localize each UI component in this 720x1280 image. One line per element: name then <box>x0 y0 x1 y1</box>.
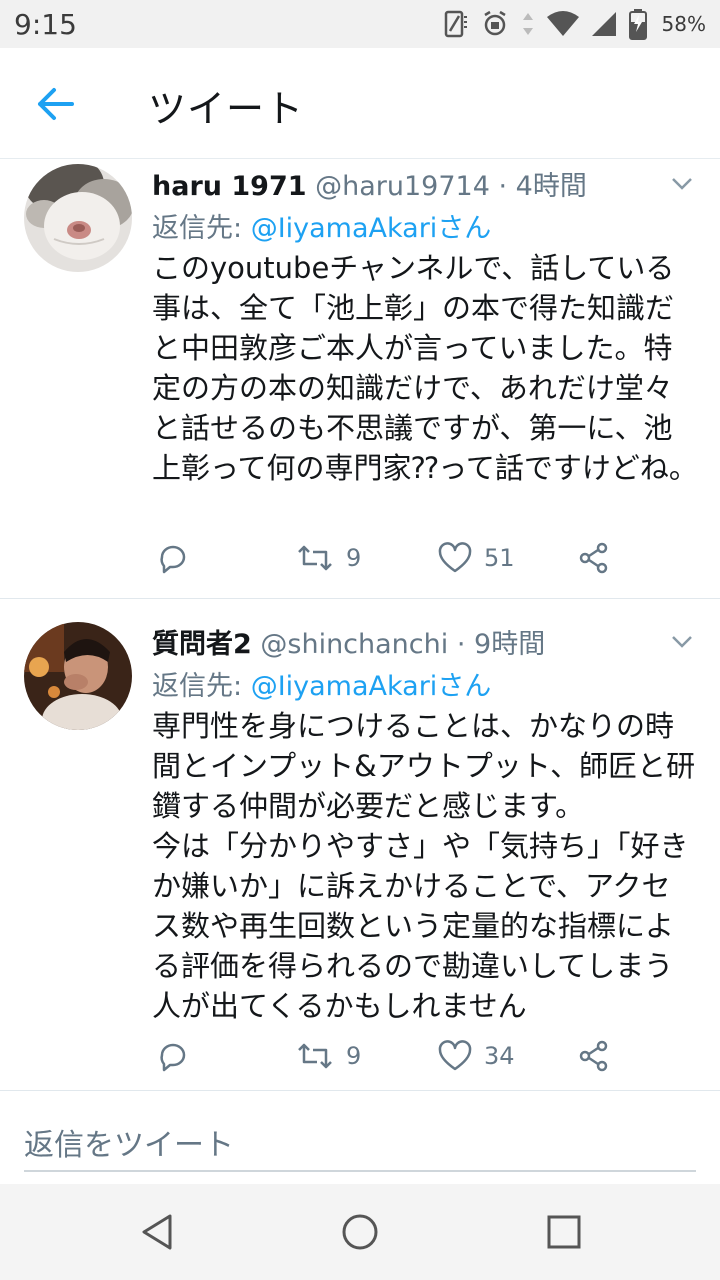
status-icons: 58% <box>440 6 706 42</box>
user-handle[interactable]: @shinchanchi <box>260 629 448 660</box>
reply-to: 返信先: @IiyamaAkariさん <box>152 664 491 703</box>
tweet-header: haru 1971 @haru19714 · 4時間 <box>152 164 660 203</box>
data-arrows-icon <box>522 13 533 35</box>
screen-rotate-icon <box>444 10 467 38</box>
like-count: 51 <box>484 544 515 572</box>
avatar[interactable] <box>24 164 132 272</box>
tweet[interactable]: haru 1971 @haru19714 · 4時間 返信先: @IiyamaA… <box>0 160 720 598</box>
home-circle-icon[interactable] <box>340 1212 380 1252</box>
share-button[interactable] <box>578 1036 610 1076</box>
share-icon <box>579 1040 608 1072</box>
status-time: 9:15 <box>14 8 77 41</box>
reply-button[interactable] <box>156 538 188 578</box>
status-bar: 9:15 58% <box>0 0 720 48</box>
reply-mention[interactable]: @IiyamaAkari <box>251 671 438 702</box>
chevron-down-icon[interactable] <box>670 176 694 192</box>
chevron-down-icon[interactable] <box>670 634 694 650</box>
tweet-text: このyoutubeチャンネルで、話している事は、全て「池上彰」の本で得た知識だと… <box>152 251 698 485</box>
system-nav-bar <box>0 1184 720 1280</box>
divider <box>0 1090 720 1091</box>
reply-suffix: さん <box>437 671 492 702</box>
share-icon <box>579 542 608 574</box>
reply-prefix: 返信先: <box>152 671 251 702</box>
reply-button[interactable] <box>156 1036 188 1076</box>
retweet-count: 9 <box>346 1042 362 1070</box>
back-triangle-icon[interactable] <box>138 1212 178 1252</box>
reply-input-underline <box>24 1170 696 1172</box>
battery-icon <box>628 9 647 40</box>
avatar[interactable] <box>24 622 132 730</box>
page-title: ツイート <box>148 87 305 131</box>
signal-icon <box>591 12 616 36</box>
retweet-icon <box>298 1043 332 1069</box>
reply-mention[interactable]: @IiyamaAkari <box>251 213 438 244</box>
wifi-icon <box>546 11 579 36</box>
separator: · <box>448 629 475 660</box>
retweet-count: 9 <box>346 544 362 572</box>
display-name[interactable]: 質問者2 <box>152 629 252 660</box>
retweet-button[interactable]: 9 <box>296 538 361 578</box>
tweet-actions: 9 34 <box>152 1036 632 1076</box>
alarm-icon <box>483 10 506 36</box>
separator: · <box>489 171 516 202</box>
tweet[interactable]: 質問者2 @shinchanchi · 9時間 返信先: @IiyamaAkar… <box>0 618 720 1088</box>
heart-icon <box>438 542 472 573</box>
divider <box>0 598 720 599</box>
reply-prefix: 返信先: <box>152 213 251 244</box>
retweet-icon <box>298 545 332 571</box>
tweet-time: 4時間 <box>515 171 587 202</box>
tweet-time: 9時間 <box>474 629 546 660</box>
reply-icon <box>160 545 186 574</box>
like-button[interactable]: 34 <box>438 1036 515 1076</box>
recents-square-icon[interactable] <box>546 1214 582 1250</box>
reply-to: 返信先: @IiyamaAkariさん <box>152 206 491 245</box>
tweet-text: 専門性を身につけることは、かなりの時間とインプット&アウトプット、師匠と研鑽する… <box>152 709 696 1023</box>
tweet-header: 質問者2 @shinchanchi · 9時間 <box>152 622 660 661</box>
reply-input[interactable]: 返信をツイート <box>24 1120 234 1164</box>
app-bar: ツイート <box>0 48 720 159</box>
reply-suffix: さん <box>437 213 492 244</box>
user-handle[interactable]: @haru19714 <box>315 171 490 202</box>
arrow-left-icon[interactable] <box>36 86 76 122</box>
battery-percent: 58% <box>661 12 706 36</box>
share-button[interactable] <box>578 538 610 578</box>
heart-icon <box>438 1040 472 1071</box>
tweet-actions: 9 51 <box>152 538 632 578</box>
like-count: 34 <box>484 1042 515 1070</box>
reply-icon <box>160 1043 186 1072</box>
display-name[interactable]: haru 1971 <box>152 171 307 202</box>
retweet-button[interactable]: 9 <box>296 1036 361 1076</box>
like-button[interactable]: 51 <box>438 538 515 578</box>
